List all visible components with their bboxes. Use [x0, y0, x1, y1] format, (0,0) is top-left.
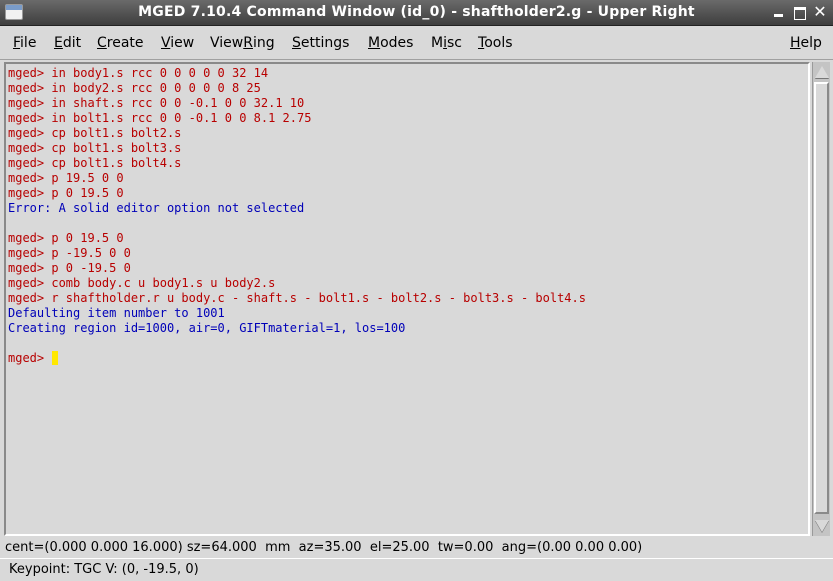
console-command-text: in shaft.s rcc 0 0 -0.1 0 0 32.1 10: [51, 96, 305, 110]
console-command-text: cp bolt1.s bolt2.s: [51, 126, 182, 140]
console-line: Error: A solid editor option not selecte…: [8, 201, 808, 216]
console-prompt: mged>: [8, 171, 52, 185]
console-prompt: mged>: [8, 246, 52, 260]
console-prompt: mged>: [8, 276, 52, 290]
console-line: Defaulting item number to 1001: [8, 306, 808, 321]
console-line: mged> in shaft.s rcc 0 0 -0.1 0 0 32.1 1…: [8, 96, 808, 111]
console-prompt: mged>: [8, 111, 52, 125]
menu-create[interactable]: Create: [97, 35, 144, 51]
console-command-text: p 0 19.5 0: [51, 186, 124, 200]
console-line: mged> p 0 -19.5 0: [8, 261, 808, 276]
view-status: cent=(0.000 0.000 16.000) sz=64.000 mm a…: [5, 540, 643, 555]
console-line: mged> cp bolt1.s bolt3.s: [8, 141, 808, 156]
console-command-text: r shaftholder.r u body.c - shaft.s - bol…: [51, 291, 586, 305]
title-bar[interactable]: MGED 7.10.4 Command Window (id_0) - shaf…: [0, 0, 833, 26]
console-line: Creating region id=1000, air=0, GIFTmate…: [8, 321, 808, 336]
menu-bar: File Edit Create View ViewRing Settings …: [0, 27, 833, 60]
menu-modes[interactable]: Modes: [368, 35, 413, 51]
console-line: mged> r shaftholder.r u body.c - shaft.s…: [8, 291, 808, 306]
scrollbar-thumb[interactable]: [814, 82, 829, 514]
console-command-text: in body1.s rcc 0 0 0 0 0 32 14: [51, 66, 269, 80]
console-prompt: mged>: [8, 141, 52, 155]
minimize-icon[interactable]: [769, 3, 787, 21]
command-console[interactable]: mged> in body1.s rcc 0 0 0 0 0 32 14 mged…: [8, 66, 808, 534]
menu-viewring[interactable]: ViewRing: [210, 35, 275, 51]
console-command-text: p 0 -19.5 0: [51, 261, 131, 275]
scroll-down-arrow-icon[interactable]: [814, 518, 830, 534]
menu-edit[interactable]: Edit: [54, 35, 81, 51]
console-command-text: p -19.5 0 0: [51, 246, 131, 260]
console-line: mged> p 19.5 0 0: [8, 171, 808, 186]
console-line: mged> in body1.s rcc 0 0 0 0 0 32 14: [8, 66, 808, 81]
console-line: mged> p 0 19.5 0: [8, 231, 808, 246]
console-prompt: mged>: [8, 231, 52, 245]
console-output-text: Creating region id=1000, air=0, GIFTmate…: [8, 321, 406, 335]
menu-tools[interactable]: Tools: [478, 35, 513, 51]
console-line: mged> in body2.s rcc 0 0 0 0 0 8 25: [8, 81, 808, 96]
menu-help[interactable]: Help: [790, 35, 822, 51]
console-line: mged>: [8, 351, 808, 366]
console-line: mged> p 0 19.5 0: [8, 186, 808, 201]
console-prompt: mged>: [8, 261, 52, 275]
menu-settings[interactable]: Settings: [292, 35, 349, 51]
console-command-text: in bolt1.s rcc 0 0 -0.1 0 0 8.1 2.75: [51, 111, 312, 125]
close-icon[interactable]: ✕: [811, 3, 829, 21]
console-command-text: comb body.c u body1.s u body2.s: [51, 276, 276, 290]
console-prompt: mged>: [8, 126, 52, 140]
console-command-text: in body2.s rcc 0 0 0 0 0 8 25: [51, 81, 261, 95]
console-frame: mged> in body1.s rcc 0 0 0 0 0 32 14 mged…: [4, 62, 810, 536]
console-line: mged> cp bolt1.s bolt2.s: [8, 126, 808, 141]
console-command-text: p 19.5 0 0: [51, 171, 124, 185]
console-prompt: mged>: [8, 351, 52, 365]
text-cursor[interactable]: [52, 351, 59, 365]
console-command-text: cp bolt1.s bolt4.s: [51, 156, 182, 170]
console-prompt: mged>: [8, 186, 52, 200]
console-prompt: mged>: [8, 96, 52, 110]
console-line: mged> p -19.5 0 0: [8, 246, 808, 261]
menu-file[interactable]: File: [13, 35, 36, 51]
console-output-text: Error: A solid editor option not selecte…: [8, 201, 305, 215]
console-prompt: mged>: [8, 66, 52, 80]
console-scrollbar[interactable]: [812, 62, 830, 536]
console-command-text: cp bolt1.s bolt3.s: [51, 141, 182, 155]
console-prompt: mged>: [8, 156, 52, 170]
console-output-text: Defaulting item number to 1001: [8, 306, 225, 320]
console-line: mged> in bolt1.s rcc 0 0 -0.1 0 0 8.1 2.…: [8, 111, 808, 126]
keypoint-status: Keypoint: TGC V: (0, -19.5, 0): [0, 558, 833, 581]
console-line: mged> cp bolt1.s bolt4.s: [8, 156, 808, 171]
menu-misc[interactable]: Misc: [431, 35, 462, 51]
console-prompt: mged>: [8, 291, 52, 305]
scroll-up-arrow-icon[interactable]: [814, 64, 830, 80]
menu-view[interactable]: View: [161, 35, 194, 51]
console-command-text: p 0 19.5 0: [51, 231, 124, 245]
console-prompt: mged>: [8, 81, 52, 95]
console-line: mged> comb body.c u body1.s u body2.s: [8, 276, 808, 291]
maximize-icon[interactable]: [790, 3, 808, 21]
window-title: MGED 7.10.4 Command Window (id_0) - shaf…: [138, 4, 695, 20]
